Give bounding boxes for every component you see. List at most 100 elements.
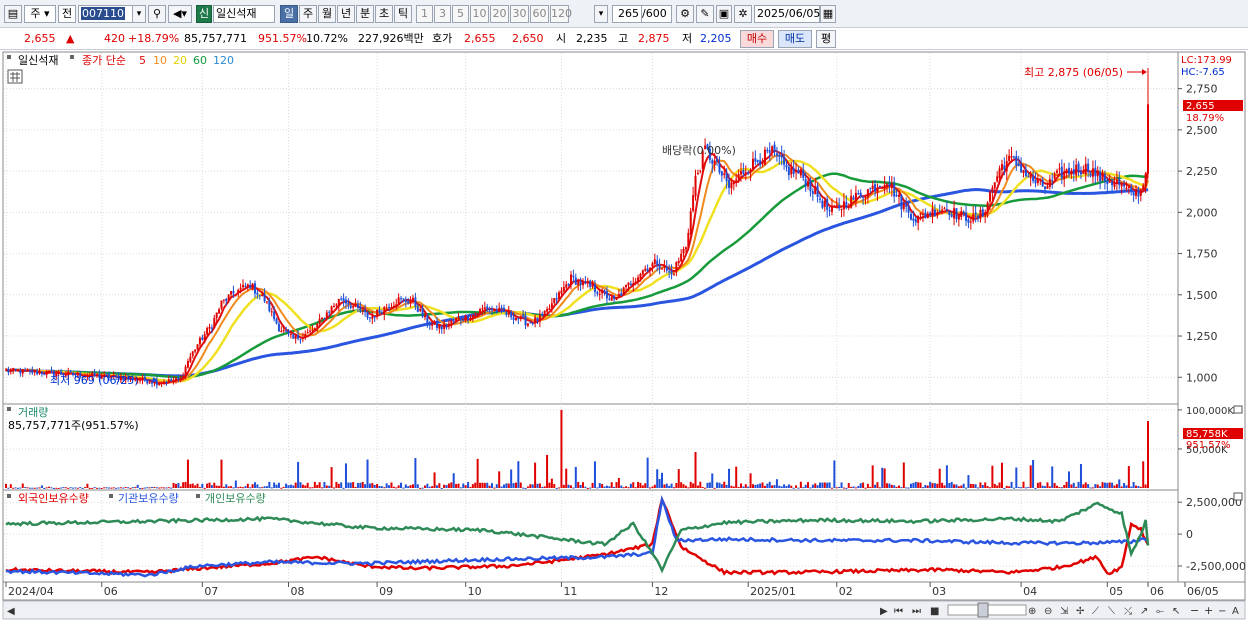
font-size-icon[interactable]: A: [1232, 606, 1239, 617]
volume-bar: [754, 484, 757, 488]
volume-bar: [60, 487, 63, 489]
save-icon[interactable]: ▣: [716, 5, 732, 23]
interval-tab[interactable]: 10: [470, 5, 489, 23]
sound-icon[interactable]: ◀▾: [168, 5, 192, 23]
period-tab[interactable]: 초: [375, 5, 393, 23]
period-tab[interactable]: 년: [337, 5, 355, 23]
volume-bar: [19, 487, 22, 489]
candle-body: [1094, 167, 1097, 177]
candle-body: [876, 187, 879, 194]
candle-body: [807, 181, 810, 187]
candle-body: [778, 155, 781, 157]
sell-button[interactable]: 매도: [778, 30, 812, 48]
scrollbar[interactable]: ◀ ▶ ⏮ ⏭ ■ ⊕ ⊖ ⇲ ✢ ⟋ ⟍ ⤯ ↗ ⟜ ↖ − + − A: [2, 600, 1246, 620]
volume-bar: [713, 487, 716, 489]
candle-body: [835, 204, 838, 207]
volume-bar: [45, 487, 48, 489]
arrow-tool-icon[interactable]: ↗: [1140, 606, 1148, 617]
interval-tab[interactable]: 120: [550, 5, 572, 23]
volume-bar: [43, 487, 46, 489]
candle-body: [1063, 171, 1066, 180]
prev-button[interactable]: 전: [58, 5, 76, 23]
volume-bar: [986, 486, 989, 488]
gear-icon[interactable]: ✲: [734, 5, 752, 23]
volume-bar: [522, 487, 525, 489]
legend-ma-label: 종가 단순: [82, 54, 126, 67]
volume-bar: [258, 487, 261, 489]
zoom-in-icon[interactable]: ⊕: [1028, 606, 1036, 617]
x-tick-label: 05: [1109, 585, 1123, 598]
search-icon[interactable]: ⚲: [148, 5, 166, 23]
line-tool-icon[interactable]: ⟋: [1092, 606, 1099, 617]
trend-tool-icon[interactable]: ⤯: [1124, 606, 1132, 617]
interval-tab[interactable]: 5: [452, 5, 469, 23]
chart-menu-icon[interactable]: ▤: [4, 5, 22, 23]
zoom-out-icon[interactable]: ⊖: [1044, 606, 1052, 617]
period-tab[interactable]: 주: [299, 5, 317, 23]
volume-bar: [1103, 482, 1106, 488]
zoom-slider-handle[interactable]: [977, 602, 989, 618]
interval-tab[interactable]: 3: [434, 5, 451, 23]
candle-body: [471, 314, 474, 319]
volume-bar: [134, 487, 137, 489]
scroll-right-icon[interactable]: ▶: [880, 606, 888, 617]
candle-body: [285, 330, 288, 332]
eval-button[interactable]: 평: [816, 30, 836, 48]
buy-button[interactable]: 매수: [740, 30, 774, 48]
zoom-minus-icon[interactable]: −: [1190, 604, 1199, 617]
volume-bar: [558, 487, 561, 489]
candle-body: [699, 170, 702, 172]
indicator-icon[interactable]: ⚙: [676, 5, 694, 23]
candle-body: [349, 305, 352, 308]
code-dropdown-icon[interactable]: ▾: [132, 5, 146, 23]
stock-badge: 신: [196, 5, 212, 23]
candle-body: [565, 284, 568, 288]
interval-tab[interactable]: 30: [510, 5, 529, 23]
link-tool-icon[interactable]: ⟜: [1156, 606, 1164, 617]
hline-tool-icon[interactable]: ⟍: [1108, 606, 1115, 617]
pointer-icon[interactable]: ↖: [1172, 606, 1180, 617]
volume-bar: [565, 468, 568, 488]
scroll-left-icon[interactable]: ◀: [7, 606, 15, 617]
period-tab[interactable]: 분: [356, 5, 374, 23]
first-page-icon[interactable]: ⏮: [894, 606, 903, 617]
candle-body: [385, 307, 388, 309]
volume-bar: [869, 486, 872, 488]
calculator-icon[interactable]: [7, 69, 23, 84]
crosshair-icon[interactable]: ✢: [1076, 606, 1084, 617]
volume-bar: [253, 482, 256, 488]
volume-bar: [1039, 482, 1042, 488]
interval-tab[interactable]: 1: [416, 5, 433, 23]
holding-panel-close-icon[interactable]: [1233, 492, 1243, 501]
period-tab[interactable]: 틱: [394, 5, 412, 23]
volume-bar: [854, 487, 857, 489]
volume-bar: [21, 483, 24, 488]
date-input[interactable]: 2025/06/05: [754, 5, 820, 23]
zoom-plus-icon[interactable]: +: [1204, 604, 1213, 617]
volume-bar: [751, 484, 754, 488]
period-tab[interactable]: 일: [280, 5, 298, 23]
draw-tool-icon[interactable]: ✎: [696, 5, 714, 23]
period-tab[interactable]: 월: [318, 5, 336, 23]
shrink-icon[interactable]: −: [1218, 606, 1226, 617]
interval-dropdown-icon[interactable]: ▾: [594, 5, 608, 23]
count-input[interactable]: 265: [612, 5, 642, 23]
volume-bar: [1123, 483, 1126, 488]
candle-body: [38, 371, 41, 374]
candle-body: [249, 285, 252, 289]
open-label: 시: [556, 32, 567, 45]
candle-body: [596, 291, 599, 294]
volume-bar: [505, 483, 508, 488]
interval-tab[interactable]: 60: [530, 5, 549, 23]
candle-body: [1142, 185, 1145, 190]
market-select[interactable]: 주 ▾: [24, 5, 56, 23]
stop-icon[interactable]: ■: [930, 606, 939, 617]
calendar-icon[interactable]: ▦: [820, 5, 836, 23]
volume-panel-close-icon[interactable]: [1233, 405, 1243, 414]
fit-icon[interactable]: ⇲: [1060, 606, 1069, 617]
candle-body: [483, 307, 486, 309]
volume-bar: [957, 486, 960, 488]
scrollbar-track[interactable]: [2, 600, 1246, 620]
interval-tab[interactable]: 20: [490, 5, 509, 23]
last-page-icon[interactable]: ⏭: [912, 606, 921, 617]
